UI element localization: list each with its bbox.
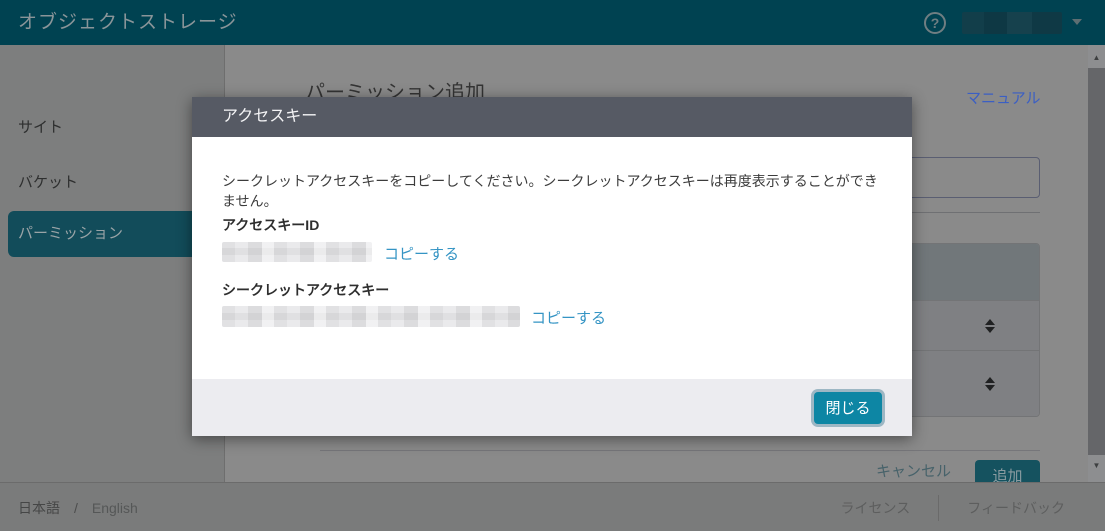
access-key-dialog: アクセスキー シークレットアクセスキーをコピーしてください。シークレットアクセス…	[192, 97, 912, 436]
app-window: オブジェクトストレージ ? サイト バケット パーミッション パーミッション追加…	[0, 0, 1105, 531]
secret-access-key-label: シークレットアクセスキー	[222, 280, 389, 300]
secret-access-key-value-redacted	[222, 306, 520, 327]
access-key-id-value-redacted	[222, 242, 372, 262]
access-key-id-label: アクセスキーID	[222, 215, 319, 235]
dialog-message: シークレットアクセスキーをコピーしてください。シークレットアクセスキーは再度表示…	[222, 171, 882, 211]
copy-access-key-id-link[interactable]: コピーする	[384, 243, 459, 264]
copy-secret-access-key-link[interactable]: コピーする	[531, 307, 606, 328]
close-button[interactable]: 閉じる	[814, 392, 882, 424]
dialog-title: アクセスキー	[192, 97, 912, 137]
dialog-footer: 閉じる	[192, 379, 912, 436]
